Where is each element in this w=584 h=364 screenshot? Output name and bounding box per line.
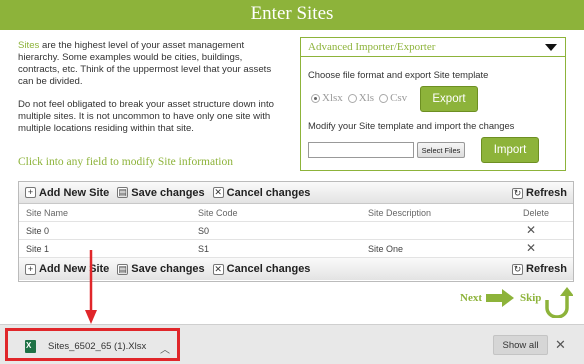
grid-header-row: Site Name Site Code Site Description Del… bbox=[19, 204, 573, 222]
grid-toolbar-top: + Add New Site ▤ Save changes ✕ Cancel chan… bbox=[19, 182, 573, 204]
add-new-site-label: Add New Site bbox=[39, 186, 110, 199]
intro-paragraph-1-text: are the highest level of your asset mana… bbox=[18, 40, 272, 87]
save-changes-label: Save changes bbox=[131, 186, 205, 199]
radio-csv[interactable] bbox=[379, 93, 389, 103]
skip-link[interactable]: Skip bbox=[520, 292, 541, 304]
site-code-cell[interactable]: S1 bbox=[198, 244, 209, 254]
format-option-xlsx[interactable]: Xlsx bbox=[311, 92, 343, 104]
red-arrow-annotation bbox=[85, 250, 97, 324]
table-row: Site 1 S1 Site One ✕ bbox=[19, 240, 573, 258]
grid-toolbar-bottom: + Add New Site ▤ Save changes ✕ Cancel chan… bbox=[19, 258, 573, 280]
close-icon[interactable]: ✕ bbox=[555, 337, 566, 353]
intro-text: Sites are the highest level of your asse… bbox=[18, 40, 284, 146]
intro-paragraph-2: Do not feel obligated to break your asse… bbox=[18, 99, 274, 134]
column-header-site-name[interactable]: Site Name bbox=[26, 208, 68, 218]
delete-icon[interactable]: ✕ bbox=[526, 223, 536, 237]
next-link[interactable]: Next bbox=[460, 292, 482, 304]
format-label-csv: Csv bbox=[390, 92, 408, 104]
modify-hint: Click into any field to modify Site info… bbox=[18, 156, 233, 168]
radio-xlsx[interactable] bbox=[311, 93, 320, 103]
skip-arrow-icon[interactable] bbox=[543, 286, 573, 318]
cancel-changes-label: Cancel changes bbox=[226, 263, 311, 275]
close-icon: ✕ bbox=[212, 187, 224, 198]
show-all-button[interactable]: Show all bbox=[493, 335, 548, 355]
export-button[interactable]: Export bbox=[420, 86, 478, 112]
site-code-cell[interactable]: S0 bbox=[198, 226, 209, 236]
format-radio-group: Xlsx Xls Csv bbox=[311, 92, 412, 104]
cancel-changes-label: Cancel changes bbox=[226, 186, 311, 199]
save-changes-button[interactable]: ▤ Save changes bbox=[117, 186, 205, 199]
save-icon: ▤ bbox=[117, 263, 129, 275]
importer-title: Advanced Importer/Exporter bbox=[308, 41, 436, 53]
site-description-cell[interactable]: Site One bbox=[368, 244, 403, 254]
download-item[interactable]: Sites_6502_65 (1).Xlsx ︿ bbox=[5, 328, 180, 361]
excel-file-icon bbox=[25, 340, 36, 353]
importer-header[interactable]: Advanced Importer/Exporter bbox=[301, 38, 565, 57]
site-name-cell[interactable]: Site 0 bbox=[26, 226, 49, 236]
refresh-button[interactable]: ↻ Refresh bbox=[512, 263, 567, 275]
table-row: Site 0 S0 ✕ bbox=[19, 222, 573, 240]
file-path-field[interactable] bbox=[308, 142, 414, 158]
format-label-xls: Xls bbox=[358, 92, 375, 104]
save-icon: ▤ bbox=[117, 187, 129, 198]
add-new-site-button[interactable]: + Add New Site bbox=[25, 187, 109, 199]
format-label-xlsx: Xlsx bbox=[322, 92, 343, 104]
radio-xls[interactable] bbox=[347, 93, 357, 103]
arrow-right-icon[interactable] bbox=[486, 289, 514, 307]
save-changes-button[interactable]: ▤ Save changes bbox=[117, 263, 205, 275]
format-option-csv[interactable]: Csv bbox=[379, 92, 407, 104]
refresh-button[interactable]: ↻ Refresh bbox=[512, 187, 567, 199]
modify-template-label: Modify your Site template and import the… bbox=[308, 120, 515, 131]
refresh-label: Refresh bbox=[526, 187, 567, 199]
close-icon: ✕ bbox=[212, 263, 224, 275]
refresh-label: Refresh bbox=[526, 263, 567, 275]
select-files-button[interactable]: Select Files bbox=[417, 142, 465, 158]
delete-icon[interactable]: ✕ bbox=[526, 241, 536, 255]
chevron-up-icon[interactable]: ︿ bbox=[160, 341, 170, 356]
column-header-delete: Delete bbox=[523, 208, 550, 218]
cancel-changes-button[interactable]: ✕ Cancel changes bbox=[212, 186, 311, 199]
download-file-name[interactable]: Sites_6502_65 (1).Xlsx bbox=[48, 341, 146, 352]
format-option-xls[interactable]: Xls bbox=[347, 92, 375, 104]
column-header-site-description[interactable]: Site Description bbox=[368, 208, 431, 218]
intro-paragraph-1: Sites are the highest level of your asse… bbox=[18, 40, 284, 88]
site-name-cell[interactable]: Site 1 bbox=[26, 244, 49, 254]
page-title: Enter Sites bbox=[0, 0, 584, 30]
plus-icon: + bbox=[25, 187, 36, 198]
importer-panel: Advanced Importer/Exporter Choose file f… bbox=[300, 37, 566, 171]
chevron-down-icon[interactable] bbox=[545, 44, 557, 51]
column-header-site-code[interactable]: Site Code bbox=[198, 208, 238, 218]
sites-grid: + Add New Site ▤ Save changes ✕ Cancel chan… bbox=[18, 181, 574, 282]
sites-term: Sites bbox=[18, 40, 40, 51]
save-changes-label: Save changes bbox=[131, 263, 205, 275]
plus-icon: + bbox=[25, 263, 36, 275]
cancel-changes-button[interactable]: ✕ Cancel changes bbox=[212, 263, 311, 275]
refresh-icon: ↻ bbox=[512, 187, 524, 199]
refresh-icon: ↻ bbox=[512, 263, 524, 275]
choose-format-label: Choose file format and export Site templ… bbox=[308, 69, 489, 80]
add-new-site-label: Add New Site bbox=[39, 263, 110, 275]
import-button[interactable]: Import bbox=[481, 137, 539, 163]
